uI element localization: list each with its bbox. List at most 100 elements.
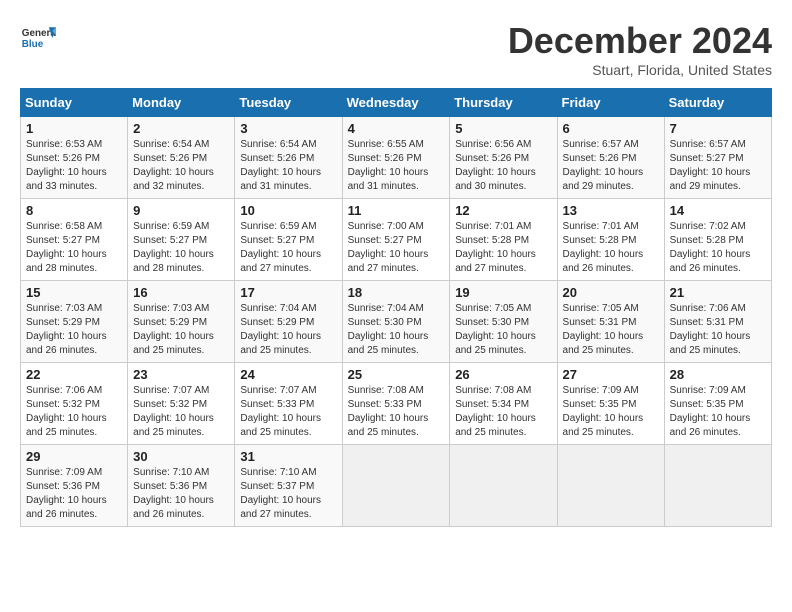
day-number: 21 (670, 285, 766, 300)
day-cell: 18 Sunrise: 7:04 AM Sunset: 5:30 PM Dayli… (342, 281, 450, 363)
page-header: General Blue December 2024 Stuart, Flori… (20, 20, 772, 78)
day-number: 15 (26, 285, 122, 300)
day-info: Sunrise: 6:56 AM Sunset: 5:26 PM Dayligh… (455, 138, 551, 194)
day-number: 23 (133, 367, 229, 382)
day-cell: 2 Sunrise: 6:54 AM Sunset: 5:26 PM Daylig… (128, 117, 235, 199)
day-cell: 23 Sunrise: 7:07 AM Sunset: 5:32 PM Dayli… (128, 363, 235, 445)
day-info: Sunrise: 6:57 AM Sunset: 5:26 PM Dayligh… (563, 138, 659, 194)
day-number: 2 (133, 121, 229, 136)
weekday-header-wednesday: Wednesday (342, 89, 450, 117)
day-cell: 8Sunrise: 6:58 AM Sunset: 5:27 PM Daylig… (21, 199, 128, 281)
day-info: Sunrise: 6:57 AM Sunset: 5:27 PM Dayligh… (670, 138, 766, 194)
day-info: Sunrise: 6:59 AM Sunset: 5:27 PM Dayligh… (240, 220, 336, 276)
day-number: 5 (455, 121, 551, 136)
day-cell: 12 Sunrise: 7:01 AM Sunset: 5:28 PM Dayli… (450, 199, 557, 281)
day-cell: 1 Sunrise: 6:53 AM Sunset: 5:26 PM Daylig… (21, 117, 128, 199)
day-number: 20 (563, 285, 659, 300)
day-number: 31 (240, 449, 336, 464)
day-number: 16 (133, 285, 229, 300)
day-number: 18 (348, 285, 445, 300)
day-info: Sunrise: 6:59 AM Sunset: 5:27 PM Dayligh… (133, 220, 229, 276)
day-cell: 17 Sunrise: 7:04 AM Sunset: 5:29 PM Dayli… (235, 281, 342, 363)
day-number: 8 (26, 203, 122, 218)
day-number: 4 (348, 121, 445, 136)
day-info: Sunrise: 7:05 AM Sunset: 5:31 PM Dayligh… (563, 302, 659, 358)
day-info: Sunrise: 7:03 AM Sunset: 5:29 PM Dayligh… (133, 302, 229, 358)
day-cell: 9Sunrise: 6:59 AM Sunset: 5:27 PM Daylig… (128, 199, 235, 281)
day-number: 19 (455, 285, 551, 300)
logo: General Blue (20, 20, 56, 56)
day-cell: 20 Sunrise: 7:05 AM Sunset: 5:31 PM Dayli… (557, 281, 664, 363)
day-cell: 16 Sunrise: 7:03 AM Sunset: 5:29 PM Dayli… (128, 281, 235, 363)
day-info: Sunrise: 6:54 AM Sunset: 5:26 PM Dayligh… (133, 138, 229, 194)
day-number: 13 (563, 203, 659, 218)
day-cell: 31 Sunrise: 7:10 AM Sunset: 5:37 PM Dayli… (235, 445, 342, 527)
day-info: Sunrise: 6:54 AM Sunset: 5:26 PM Dayligh… (240, 138, 336, 194)
day-number: 12 (455, 203, 551, 218)
week-row-3: 15 Sunrise: 7:03 AM Sunset: 5:29 PM Dayli… (21, 281, 772, 363)
day-info: Sunrise: 6:53 AM Sunset: 5:26 PM Dayligh… (26, 138, 122, 194)
day-cell: 5 Sunrise: 6:56 AM Sunset: 5:26 PM Daylig… (450, 117, 557, 199)
day-info: Sunrise: 7:09 AM Sunset: 5:36 PM Dayligh… (26, 466, 122, 522)
day-number: 11 (348, 203, 445, 218)
week-row-1: 1 Sunrise: 6:53 AM Sunset: 5:26 PM Daylig… (21, 117, 772, 199)
day-cell (664, 445, 771, 527)
day-info: Sunrise: 7:03 AM Sunset: 5:29 PM Dayligh… (26, 302, 122, 358)
day-info: Sunrise: 7:04 AM Sunset: 5:30 PM Dayligh… (348, 302, 445, 358)
day-info: Sunrise: 7:08 AM Sunset: 5:33 PM Dayligh… (348, 384, 445, 440)
month-title: December 2024 (508, 20, 772, 62)
title-block: December 2024 Stuart, Florida, United St… (508, 20, 772, 78)
day-cell (450, 445, 557, 527)
day-info: Sunrise: 7:01 AM Sunset: 5:28 PM Dayligh… (563, 220, 659, 276)
day-cell: 11 Sunrise: 7:00 AM Sunset: 5:27 PM Dayli… (342, 199, 450, 281)
day-cell: 26 Sunrise: 7:08 AM Sunset: 5:34 PM Dayli… (450, 363, 557, 445)
day-cell: 15 Sunrise: 7:03 AM Sunset: 5:29 PM Dayli… (21, 281, 128, 363)
day-info: Sunrise: 7:10 AM Sunset: 5:36 PM Dayligh… (133, 466, 229, 522)
day-number: 22 (26, 367, 122, 382)
day-number: 1 (26, 121, 122, 136)
location: Stuart, Florida, United States (508, 62, 772, 78)
calendar: SundayMondayTuesdayWednesdayThursdayFrid… (20, 88, 772, 527)
day-info: Sunrise: 7:02 AM Sunset: 5:28 PM Dayligh… (670, 220, 766, 276)
day-cell: 28Sunrise: 7:09 AM Sunset: 5:35 PM Dayli… (664, 363, 771, 445)
day-info: Sunrise: 7:00 AM Sunset: 5:27 PM Dayligh… (348, 220, 445, 276)
week-row-2: 8Sunrise: 6:58 AM Sunset: 5:27 PM Daylig… (21, 199, 772, 281)
day-number: 10 (240, 203, 336, 218)
day-number: 7 (670, 121, 766, 136)
day-number: 26 (455, 367, 551, 382)
day-info: Sunrise: 7:06 AM Sunset: 5:32 PM Dayligh… (26, 384, 122, 440)
day-cell: 14Sunrise: 7:02 AM Sunset: 5:28 PM Dayli… (664, 199, 771, 281)
day-number: 3 (240, 121, 336, 136)
day-info: Sunrise: 6:55 AM Sunset: 5:26 PM Dayligh… (348, 138, 445, 194)
weekday-header-tuesday: Tuesday (235, 89, 342, 117)
day-cell (342, 445, 450, 527)
day-cell: 4 Sunrise: 6:55 AM Sunset: 5:26 PM Daylig… (342, 117, 450, 199)
day-number: 6 (563, 121, 659, 136)
logo-icon: General Blue (20, 20, 56, 56)
day-cell: 22 Sunrise: 7:06 AM Sunset: 5:32 PM Dayli… (21, 363, 128, 445)
weekday-header-sunday: Sunday (21, 89, 128, 117)
day-cell: 29Sunrise: 7:09 AM Sunset: 5:36 PM Dayli… (21, 445, 128, 527)
svg-text:Blue: Blue (22, 39, 44, 50)
day-info: Sunrise: 7:04 AM Sunset: 5:29 PM Dayligh… (240, 302, 336, 358)
day-info: Sunrise: 7:08 AM Sunset: 5:34 PM Dayligh… (455, 384, 551, 440)
day-number: 17 (240, 285, 336, 300)
day-cell: 13 Sunrise: 7:01 AM Sunset: 5:28 PM Dayli… (557, 199, 664, 281)
weekday-header-row: SundayMondayTuesdayWednesdayThursdayFrid… (21, 89, 772, 117)
day-info: Sunrise: 7:07 AM Sunset: 5:32 PM Dayligh… (133, 384, 229, 440)
day-number: 27 (563, 367, 659, 382)
day-cell: 7 Sunrise: 6:57 AM Sunset: 5:27 PM Daylig… (664, 117, 771, 199)
week-row-5: 29Sunrise: 7:09 AM Sunset: 5:36 PM Dayli… (21, 445, 772, 527)
day-number: 25 (348, 367, 445, 382)
day-info: Sunrise: 7:09 AM Sunset: 5:35 PM Dayligh… (563, 384, 659, 440)
day-info: Sunrise: 7:10 AM Sunset: 5:37 PM Dayligh… (240, 466, 336, 522)
day-info: Sunrise: 7:06 AM Sunset: 5:31 PM Dayligh… (670, 302, 766, 358)
day-cell: 25 Sunrise: 7:08 AM Sunset: 5:33 PM Dayli… (342, 363, 450, 445)
day-number: 28 (670, 367, 766, 382)
week-row-4: 22 Sunrise: 7:06 AM Sunset: 5:32 PM Dayli… (21, 363, 772, 445)
day-info: Sunrise: 7:01 AM Sunset: 5:28 PM Dayligh… (455, 220, 551, 276)
day-cell: 24Sunrise: 7:07 AM Sunset: 5:33 PM Dayli… (235, 363, 342, 445)
day-number: 30 (133, 449, 229, 464)
day-cell: 19Sunrise: 7:05 AM Sunset: 5:30 PM Dayli… (450, 281, 557, 363)
weekday-header-friday: Friday (557, 89, 664, 117)
